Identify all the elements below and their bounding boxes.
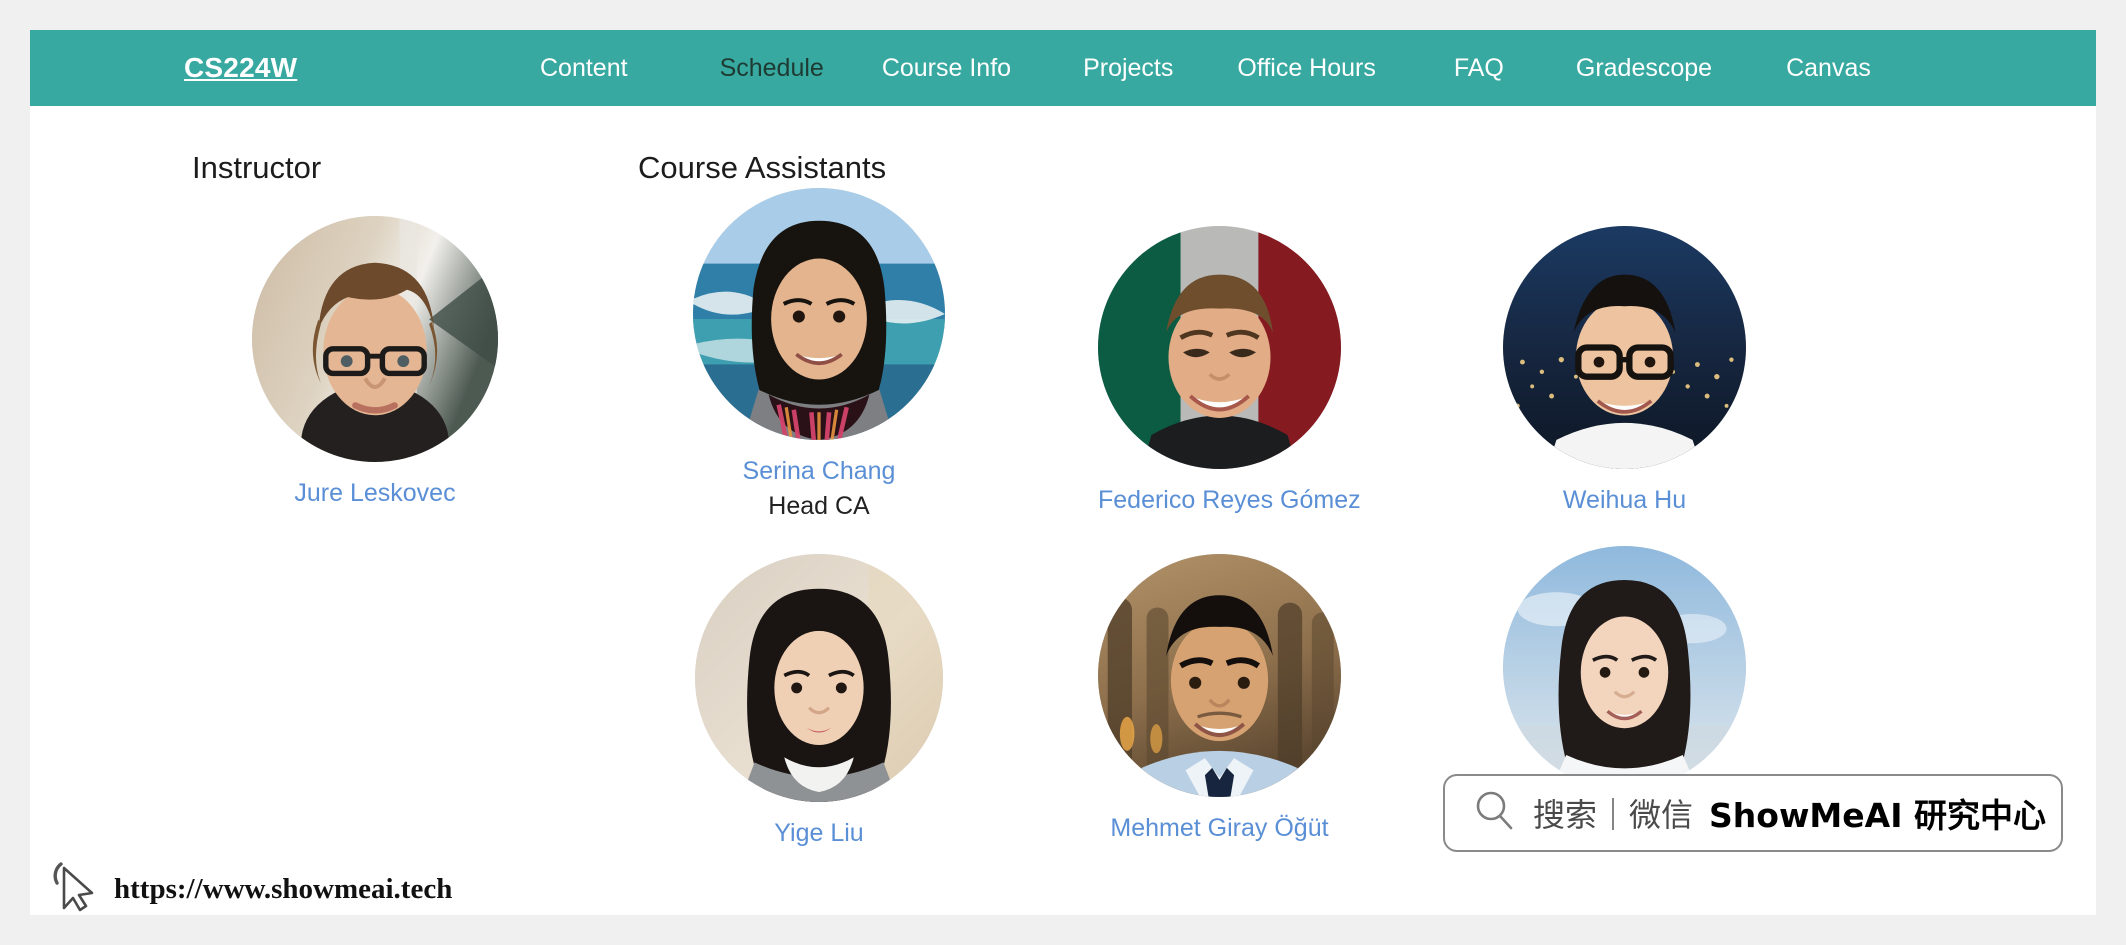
nav-link-canvas[interactable]: Canvas [1786,54,1871,83]
watermark-search-label: 搜索｜微信 [1533,796,1694,834]
nav-link-schedule[interactable]: Schedule [720,54,824,83]
site-navbar: CS224W Content Schedule Course Info Proj… [30,30,2096,106]
nav-link-projects[interactable]: Projects [1083,54,1173,83]
assistant-avatar [693,188,945,440]
assistant-avatar [1503,226,1746,469]
watermark-url-text: https://www.showmeai.tech [114,873,453,905]
assistant-name-link[interactable]: Yige Liu [695,818,943,849]
assistant-name-link[interactable]: Serina Chang [693,456,945,487]
nav-link-course-info[interactable]: Course Info [882,54,1011,83]
assistant-avatar [695,554,943,802]
cursor-arrow-icon [52,860,98,919]
assistant-avatar [1098,226,1341,469]
assistant-avatar [1503,546,1746,789]
search-icon [1471,787,1519,840]
assistant-card: Weihua Hu [1503,226,1746,516]
assistant-name-link[interactable]: Weihua Hu [1503,485,1746,516]
nav-link-faq[interactable]: FAQ [1454,54,1504,83]
nav-link-content[interactable]: Content [540,54,628,83]
nav-link-gradescope[interactable]: Gradescope [1576,54,1712,83]
watermark-search-box: 搜索｜微信 ShowMeAI 研究中心 [1443,774,2063,852]
instructor-name-link[interactable]: Jure Leskovec [252,478,498,509]
assistant-name-link[interactable]: Federico Reyes Gómez [1098,485,1361,516]
assistant-card: Yige Liu [695,554,943,849]
watermark-url: https://www.showmeai.tech [52,860,452,919]
assistant-role: Head CA [768,492,870,521]
assistant-avatar [1098,554,1341,797]
assistant-card: Mehmet Giray Öğüt [1098,554,1341,844]
instructor-avatar [252,216,498,462]
assistant-name-link[interactable]: Mehmet Giray Öğüt [1098,813,1341,844]
assistant-card [1503,546,1746,805]
heading-course-assistants: Course Assistants [638,150,887,185]
nav-brand-cs224w[interactable]: CS224W [184,52,297,84]
nav-link-office-hours[interactable]: Office Hours [1237,54,1375,83]
assistant-card: Serina Chang Head CA [693,188,945,523]
heading-instructor: Instructor [192,150,322,185]
screenshot-root: CS224W Content Schedule Course Info Proj… [0,0,2126,945]
watermark-brand: ShowMeAI 研究中心 [1709,796,2046,835]
assistant-card: Federico Reyes Gómez [1098,226,1361,516]
instructor-card: Jure Leskovec [252,216,498,509]
nav-links: Content Schedule Course Info Projects Of… [540,54,1871,83]
